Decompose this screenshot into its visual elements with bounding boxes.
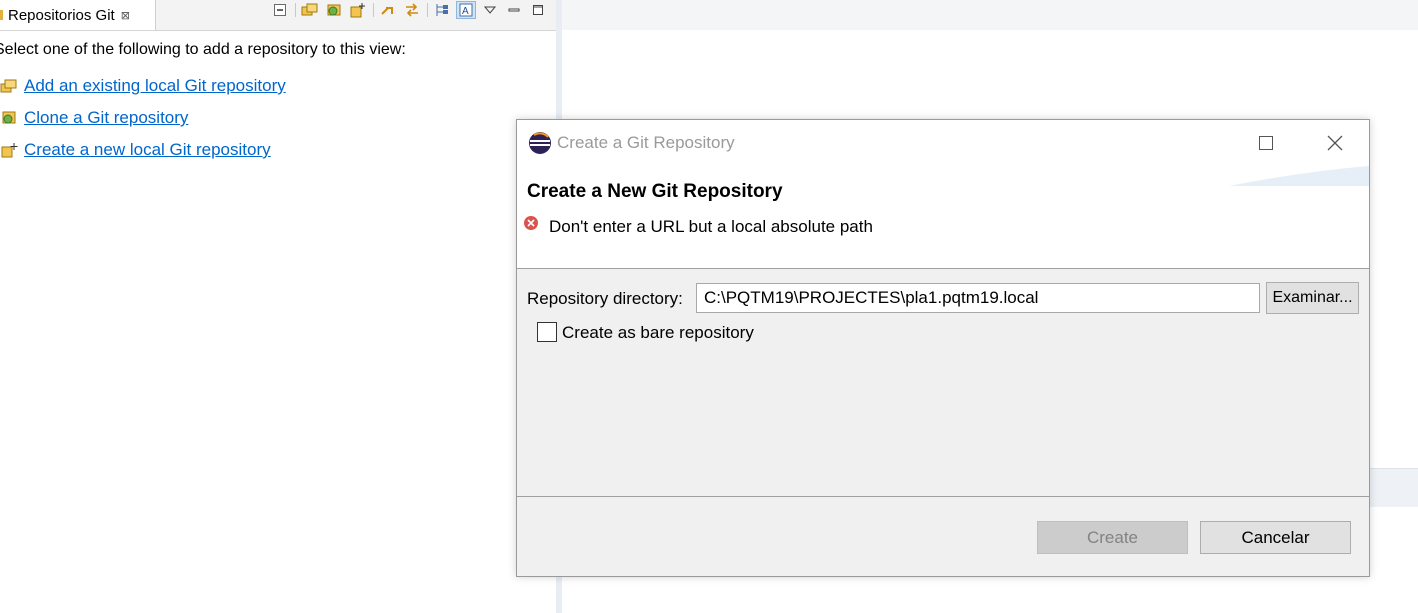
clone-repository-icon[interactable] [324, 1, 344, 19]
clone-repository-icon [0, 109, 22, 127]
link-clone-repository[interactable]: Clone a Git repository [0, 108, 188, 128]
toolbar-separator [427, 3, 428, 17]
toolbar-separator [373, 3, 374, 17]
cancel-button[interactable]: Cancelar [1200, 521, 1351, 554]
collapse-all-icon[interactable] [270, 1, 290, 19]
error-icon [523, 215, 539, 231]
dialog-titlebar[interactable]: Create a Git Repository [517, 120, 1369, 166]
background-panel-strip [1370, 468, 1418, 507]
show-label-icon[interactable]: A [456, 1, 476, 19]
git-repositories-icon [0, 8, 6, 22]
view-tab[interactable]: Repositorios Git ⊠ [0, 0, 156, 30]
wizard-content: Repository directory: Examinar... Create… [517, 269, 1369, 496]
error-row: Don't enter a URL but a local absolute p… [523, 215, 873, 237]
view-menu-icon[interactable] [480, 1, 500, 19]
banner-decoration [1229, 166, 1369, 186]
create-repository-dialog: Create a Git Repository Create a New Git… [516, 119, 1370, 577]
view-tab-bar: Repositorios Git ⊠ A [0, 0, 556, 31]
bare-repository-checkbox[interactable] [537, 322, 557, 342]
editor-area-top [562, 0, 1418, 30]
bare-repository-label: Create as bare repository [562, 323, 754, 342]
close-icon[interactable]: ⊠ [121, 9, 130, 22]
hierarchical-icon[interactable] [432, 1, 452, 19]
maximize-icon[interactable] [528, 1, 548, 19]
close-icon [1327, 135, 1343, 151]
link-add-existing-label[interactable]: Add an existing local Git repository [24, 76, 286, 96]
footer-separator [517, 496, 1369, 497]
view-tab-label: Repositorios Git [8, 6, 115, 24]
close-button[interactable] [1312, 120, 1358, 166]
create-repository-icon [0, 141, 22, 159]
link-clone-label[interactable]: Clone a Git repository [24, 108, 188, 128]
minimize-icon[interactable] [504, 1, 524, 19]
wizard-header: Create a New Git Repository Don't enter … [517, 166, 1369, 269]
add-repository-icon [0, 77, 22, 95]
dialog-title: Create a Git Repository [557, 133, 735, 152]
link-create-label[interactable]: Create a new local Git repository [24, 140, 271, 160]
error-message: Don't enter a URL but a local absolute p… [549, 217, 873, 236]
toolbar-separator [295, 3, 296, 17]
view-toolbar: A [266, 0, 556, 20]
refresh-icon[interactable] [402, 1, 422, 19]
link-editor-icon[interactable] [378, 1, 398, 19]
git-repositories-view: Repositorios Git ⊠ A Select one of the f… [0, 0, 556, 613]
repository-directory-label: Repository directory: [527, 289, 683, 308]
create-repository-icon[interactable] [348, 1, 368, 19]
svg-text:A: A [462, 6, 469, 17]
intro-text: Select one of the following to add a rep… [0, 41, 406, 58]
add-repository-icon[interactable] [300, 1, 320, 19]
maximize-icon [1259, 136, 1273, 150]
link-create-repository[interactable]: Create a new local Git repository [0, 140, 271, 160]
create-button[interactable]: Create [1037, 521, 1188, 554]
link-add-existing-repository[interactable]: Add an existing local Git repository [0, 76, 286, 96]
browse-button[interactable]: Examinar... [1266, 282, 1359, 314]
maximize-button[interactable] [1243, 120, 1289, 166]
wizard-title: Create a New Git Repository [527, 181, 783, 202]
eclipse-icon [528, 131, 552, 155]
repository-directory-input[interactable] [696, 283, 1260, 313]
